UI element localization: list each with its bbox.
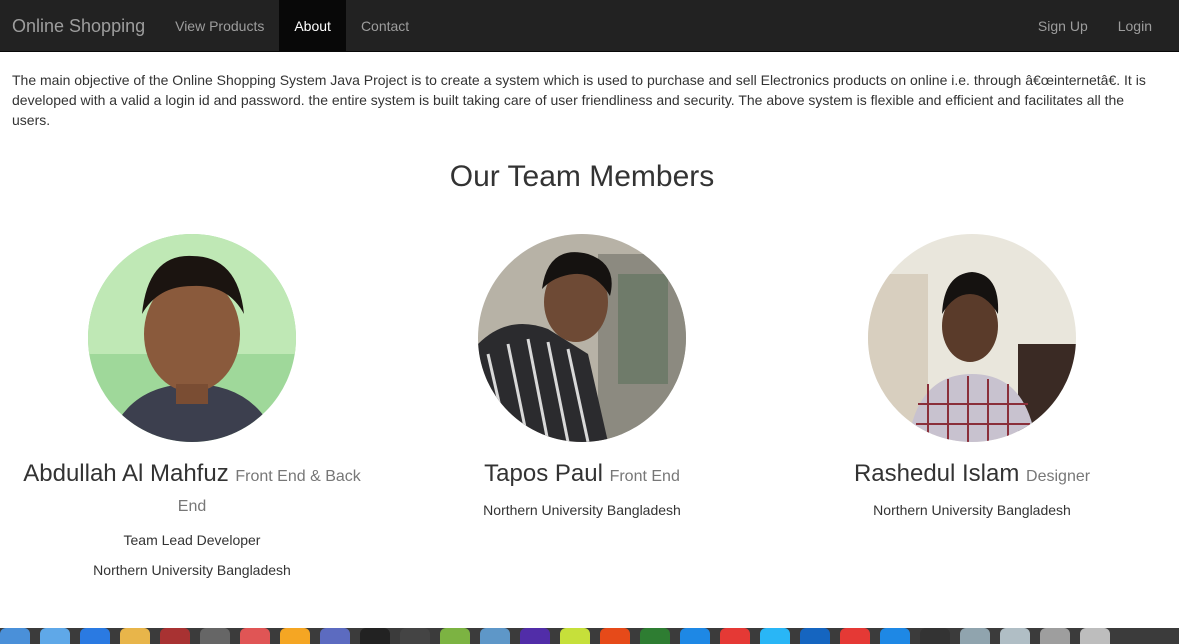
dock-app-icon[interactable] [280, 628, 310, 644]
nav-contact[interactable]: Contact [346, 0, 424, 51]
dock-app-icon[interactable] [200, 628, 230, 644]
dock-app-icon[interactable] [120, 628, 150, 644]
member-role: Designer [1026, 468, 1091, 485]
dock-app-icon[interactable] [880, 628, 910, 644]
dock-app-icon[interactable] [640, 628, 670, 644]
dock-app-icon[interactable] [1080, 628, 1110, 644]
dock-app-icon[interactable] [240, 628, 270, 644]
os-dock [0, 628, 1179, 644]
member-university: Northern University Bangladesh [93, 562, 291, 578]
dock-app-icon[interactable] [800, 628, 830, 644]
team-member-card: Abdullah Al Mahfuz Front End & Back End … [7, 234, 377, 580]
nav-left: View Products About Contact [160, 0, 424, 51]
nav-about[interactable]: About [279, 0, 346, 51]
dock-app-icon[interactable] [840, 628, 870, 644]
member-university: Northern University Bangladesh [873, 502, 1071, 518]
dock-app-icon[interactable] [0, 628, 30, 644]
nav-login[interactable]: Login [1103, 0, 1167, 51]
dock-app-icon[interactable] [920, 628, 950, 644]
member-photo [478, 234, 686, 442]
dock-app-icon[interactable] [480, 628, 510, 644]
dock-app-icon[interactable] [320, 628, 350, 644]
dock-app-icon[interactable] [1000, 628, 1030, 644]
dock-app-icon[interactable] [680, 628, 710, 644]
member-university: Northern University Bangladesh [483, 502, 681, 518]
member-role: Front End [609, 468, 680, 485]
dock-app-icon[interactable] [960, 628, 990, 644]
dock-app-icon[interactable] [80, 628, 110, 644]
dock-app-icon[interactable] [560, 628, 590, 644]
nav-right: Sign Up Login [1023, 0, 1179, 51]
dock-app-icon[interactable] [360, 628, 390, 644]
member-name: Rashedul Islam [853, 460, 1020, 487]
team-member-card: Rashedul Islam Designer Northern Univers… [787, 234, 1157, 520]
dock-app-icon[interactable] [720, 628, 750, 644]
member-position: Team Lead Developer [123, 532, 261, 548]
member-name: Abdullah Al Mahfuz [23, 460, 229, 487]
member-photo [88, 234, 296, 442]
top-navbar: Online Shopping View Products About Cont… [0, 0, 1179, 52]
nav-sign-up[interactable]: Sign Up [1023, 0, 1103, 51]
about-intro-text: The main objective of the Online Shoppin… [12, 72, 1146, 128]
nav-view-products[interactable]: View Products [160, 0, 279, 51]
member-name: Tapos Paul [484, 460, 603, 487]
dock-app-icon[interactable] [160, 628, 190, 644]
dock-app-icon[interactable] [520, 628, 550, 644]
brand-link[interactable]: Online Shopping [0, 0, 160, 51]
member-photo [868, 234, 1076, 442]
dock-app-icon[interactable] [400, 628, 430, 644]
dock-app-icon[interactable] [600, 628, 630, 644]
dock-app-icon[interactable] [40, 628, 70, 644]
dock-app-icon[interactable] [440, 628, 470, 644]
team-member-card: Tapos Paul Front End Northern University… [397, 234, 767, 520]
dock-app-icon[interactable] [1040, 628, 1070, 644]
team-section-title: Our Team Members [449, 160, 715, 193]
dock-app-icon[interactable] [760, 628, 790, 644]
